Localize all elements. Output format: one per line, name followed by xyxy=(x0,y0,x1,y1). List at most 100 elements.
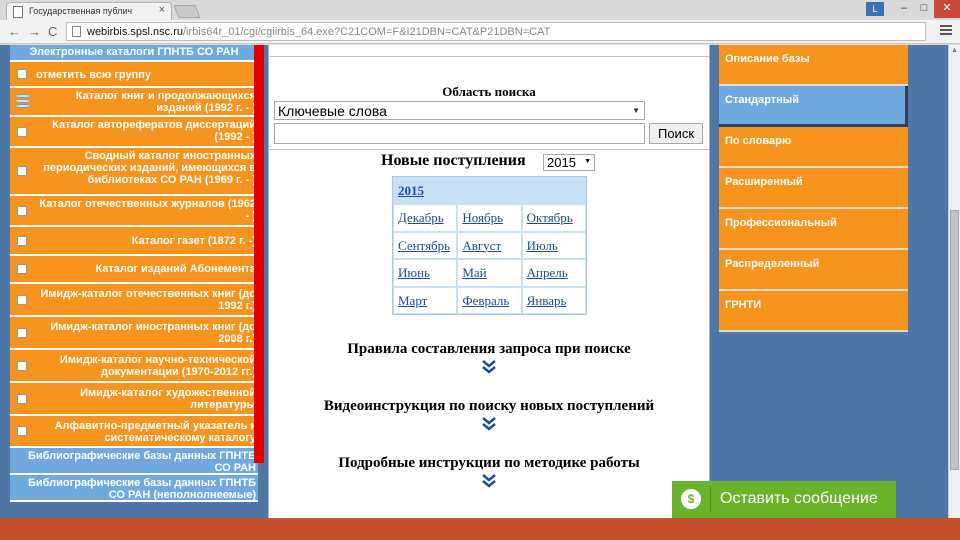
checkbox[interactable] xyxy=(17,264,27,274)
reload-icon[interactable]: C xyxy=(48,24,57,39)
sidebar-item-subscription[interactable]: Каталог изданий Абонемента xyxy=(10,256,258,284)
month-cell: Март xyxy=(393,286,458,314)
browser-tab[interactable]: Государственная публич × xyxy=(6,2,172,20)
tab-title: Государственная публич xyxy=(29,6,133,16)
checkbox[interactable] xyxy=(17,426,27,436)
sidebar-item-journals[interactable]: Каталог отечественных журналов (1962 - ) xyxy=(10,196,258,227)
new-tab-button[interactable] xyxy=(173,5,201,18)
sidebar-bottom-bibliographic-incomplete[interactable]: Библиографические базы данных ГПНТБ СО Р… xyxy=(10,475,258,502)
address-bar: ← → C webirbis.spsl.nsc.ru/irbis64r_01/c… xyxy=(0,20,960,44)
hamburger-menu-icon[interactable] xyxy=(940,25,952,37)
tab-bar: Государственная публич × L – □ ✕ xyxy=(0,0,960,20)
checkbox[interactable] xyxy=(17,166,27,176)
sidebar-item-image-foreign[interactable]: Имидж-каталог иностранных книг (до 2008 … xyxy=(10,317,258,350)
sidebar-item-subject-index[interactable]: Алфавитно-предметный указатель к система… xyxy=(10,416,258,448)
menu-item-extended[interactable]: Расширенный xyxy=(719,168,908,209)
sidebar-item-image-domestic[interactable]: Имидж-каталог отечественных книг (до 199… xyxy=(10,284,258,317)
sidebar-item-newspapers[interactable]: Каталог газет (1872 г. -) xyxy=(10,227,258,256)
scroll-up-icon[interactable]: ▲ xyxy=(951,47,958,54)
chat-bubble-icon: $ xyxy=(681,489,701,509)
user-profile-icon[interactable]: L xyxy=(866,2,884,16)
dropdown-arrow-icon: ▼ xyxy=(584,158,591,165)
menu-item-dictionary[interactable]: По словарю xyxy=(719,127,908,168)
browser-window: Государственная публич × L – □ ✕ ← → C w… xyxy=(0,0,960,540)
video-section-title[interactable]: Видеоинструкция по поиску новых поступле… xyxy=(269,398,709,415)
search-area-select[interactable]: Ключевые слова ▼ xyxy=(274,101,645,120)
sidebar-item-label: отметить всю группу xyxy=(36,69,152,81)
sidebar-item-label: Имидж-каталог отечественных книг (до 199… xyxy=(40,288,256,312)
month-link[interactable]: Сентябрь xyxy=(398,238,450,253)
checkbox[interactable] xyxy=(17,393,27,404)
maximize-button[interactable]: □ xyxy=(914,0,934,18)
sidebar-item-label: Имидж-каталог научно-технической докумен… xyxy=(59,354,256,378)
database-icon xyxy=(15,93,31,110)
sidebar-item-label: Каталог авторефератов диссертаций (1992 … xyxy=(52,119,256,143)
month-link[interactable]: Декабрь xyxy=(398,210,444,225)
scrollbar-thumb[interactable] xyxy=(950,210,959,470)
new-arrivals-label: Новые поступления xyxy=(381,152,526,169)
sidebar-item-select-all[interactable]: отметить всю группу xyxy=(10,62,258,88)
month-cell: Сентябрь xyxy=(393,231,458,259)
page-viewport: Электронные каталоги ГПНТБ СО РАН отмети… xyxy=(0,45,960,518)
month-link[interactable]: Март xyxy=(398,293,427,308)
month-link[interactable]: Январь xyxy=(527,293,567,308)
month-link[interactable]: Ноябрь xyxy=(462,210,503,225)
month-link[interactable]: Октябрь xyxy=(527,210,573,225)
sidebar-item-image-scitech[interactable]: Имидж-каталог научно-технической докумен… xyxy=(10,350,258,383)
url-host: webirbis.spsl.nsc.ru xyxy=(87,26,183,38)
month-link[interactable]: Июль xyxy=(527,238,558,253)
rules-section-title[interactable]: Правила составления запроса при поиске xyxy=(269,341,709,358)
month-link[interactable]: Август xyxy=(462,238,501,253)
close-window-button[interactable]: ✕ xyxy=(934,0,960,18)
month-link[interactable]: Февраль xyxy=(462,293,509,308)
month-cell: Июнь xyxy=(393,259,458,287)
menu-item-standard[interactable]: Стандартный xyxy=(719,86,908,127)
month-link[interactable]: Апрель xyxy=(527,265,568,280)
minimize-button[interactable]: – xyxy=(894,0,914,18)
month-cell: Январь xyxy=(521,286,586,314)
sidebar-item-label: Имидж-каталог иностранных книг (до 2008 … xyxy=(50,321,256,345)
sidebar-item-label: Каталог отечественных журналов (1962 - ) xyxy=(39,198,256,222)
expand-chevron-icon[interactable] xyxy=(269,417,709,436)
forward-arrow-icon[interactable]: → xyxy=(28,24,41,39)
month-link[interactable]: Июнь xyxy=(398,265,430,280)
month-cell: Февраль xyxy=(457,286,522,314)
leave-message-widget[interactable]: $ Оставить сообщение xyxy=(672,481,896,518)
year-link[interactable]: 2015 xyxy=(398,183,424,198)
search-input[interactable] xyxy=(274,123,645,144)
menu-item-distributed[interactable]: Распределенный xyxy=(719,250,908,291)
back-arrow-icon[interactable]: ← xyxy=(8,24,21,39)
page-favicon-icon xyxy=(13,6,23,18)
search-area-label: Область поиска xyxy=(442,84,536,99)
sidebar-item-books[interactable]: Каталог книг и продолжающихся изданий (1… xyxy=(10,88,258,117)
checkbox[interactable] xyxy=(17,126,27,137)
divider xyxy=(269,149,709,150)
detailed-section-title[interactable]: Подробные инструкции по методике работы xyxy=(269,455,709,472)
sidebar-item-label: Сводный каталог иностранных периодически… xyxy=(43,150,256,186)
month-cell: Декабрь xyxy=(393,204,458,232)
tab-close-icon[interactable]: × xyxy=(159,4,165,16)
month-link[interactable]: Май xyxy=(462,265,486,280)
sidebar-item-abstracts[interactable]: Каталог авторефератов диссертаций (1992 … xyxy=(10,117,258,148)
checkbox[interactable] xyxy=(17,205,27,216)
expand-chevron-icon[interactable] xyxy=(269,474,709,493)
year-select[interactable]: 2015 ▼ xyxy=(543,154,595,171)
menu-item-grnti[interactable]: ГРНТИ xyxy=(719,291,908,332)
sidebar-item-image-fiction[interactable]: Имидж-каталог художественной литературы xyxy=(10,383,258,416)
url-field[interactable]: webirbis.spsl.nsc.ru/irbis64r_01/cgi/cgi… xyxy=(66,22,926,41)
sidebar-item-label: Алфавитно-предметный указатель к система… xyxy=(54,420,256,444)
menu-item-description[interactable]: Описание базы xyxy=(719,45,908,86)
page-icon xyxy=(72,26,81,37)
search-button[interactable]: Поиск xyxy=(649,123,703,144)
expand-chevron-icon[interactable] xyxy=(269,360,709,379)
divider xyxy=(269,56,709,57)
checkbox[interactable] xyxy=(17,327,27,338)
menu-item-professional[interactable]: Профессиональный xyxy=(719,209,908,250)
checkbox[interactable] xyxy=(17,235,27,246)
sidebar-item-foreign-periodicals[interactable]: Сводный каталог иностранных периодически… xyxy=(10,148,258,196)
sidebar-bottom-bibliographic[interactable]: Библиографические базы данных ГПНТБ СО Р… xyxy=(10,448,258,475)
checkbox[interactable] xyxy=(17,360,27,371)
checkbox[interactable] xyxy=(17,294,27,305)
vertical-scrollbar[interactable]: ▲ xyxy=(948,45,960,518)
checkbox[interactable] xyxy=(17,69,27,79)
